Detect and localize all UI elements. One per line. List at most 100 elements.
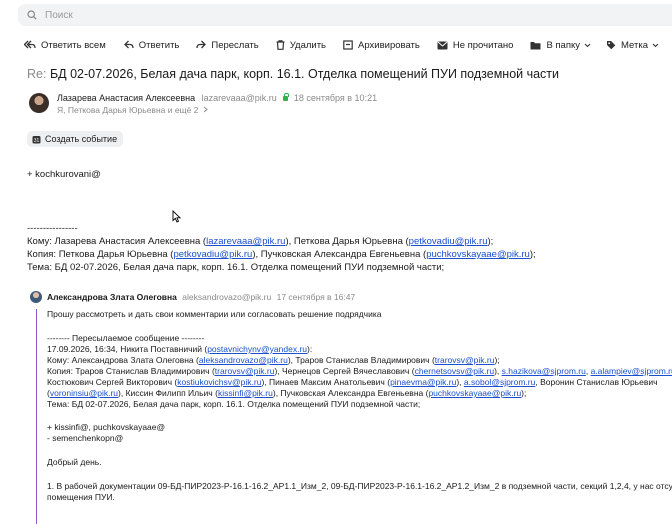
avatar[interactable]: [29, 93, 49, 113]
fwd-date-prefix: 17.09.2026, 16:34, Никита Поставничий (: [47, 344, 208, 354]
item1-line: 1. В рабочей документации 09-БД-ПИР2023-…: [47, 481, 672, 491]
fwd-cc3-end: );: [521, 388, 527, 398]
forward-date-line: 17.09.2026, 16:34, Никита Поставничий (p…: [47, 344, 312, 354]
mark-unread-label: Не прочитано: [452, 39, 514, 51]
calendar-icon: 31: [32, 135, 41, 144]
archive-label: Архивировать: [358, 39, 420, 51]
forward-label: Переслать: [211, 39, 259, 51]
unread-icon: [437, 41, 448, 49]
separator-line: ----------------: [27, 223, 78, 234]
email-link[interactable]: puchkovskayaae@pik.ru: [428, 388, 521, 398]
quoted-avatar[interactable]: [30, 291, 42, 303]
fwd-to-mid: ), Траров Станислав Владимирович (: [287, 355, 435, 365]
fwd-cc-mid: ),: [494, 366, 502, 376]
email-link[interactable]: a.sobol@sjprom.ru: [464, 377, 535, 387]
forward-cc-line-3: (voroninsiu@pik.ru), Киссин Филипп Ильич…: [47, 388, 526, 398]
quoted-intro: Прошу рассмотреть и дать свои комментари…: [47, 309, 382, 319]
email-link[interactable]: trarovsv@pik.ru: [435, 355, 495, 365]
plus-line: + kissinfi@, puchkovskayaae@: [47, 422, 166, 432]
message-subject: Re: БД 02-07.2026, Белая дача парк, корп…: [27, 67, 559, 81]
quoted-sender-email[interactable]: aleksandrovazo@pik.ru: [182, 292, 271, 302]
greeting-line: Добрый день.: [47, 457, 102, 467]
create-event-button[interactable]: 31 Создать событие: [27, 131, 124, 147]
lock-icon: [283, 93, 289, 101]
svg-text:31: 31: [34, 138, 40, 144]
reply-icon: [123, 40, 134, 49]
chevron-down-icon: [584, 43, 591, 47]
message-date: 18 сентября в 10:21: [293, 93, 378, 103]
fwd-cc-prefix: Копия: Траров Станислав Владимирович (: [47, 366, 215, 376]
subject-text: БД 02-07.2026, Белая дача парк, корп. 16…: [49, 67, 560, 81]
cc-line: Копия: Петкова Дарья Юрьевна (petkovadiu…: [27, 249, 536, 260]
fwd-cc3-mid: ), Киссин Филипп Ильич (: [118, 388, 218, 398]
forward-cc-line-2: Костюкович Сергей Викторович (kostiukovi…: [47, 377, 658, 387]
quoted-date: 17 сентября в 16:47: [276, 292, 356, 302]
quote-bar: [36, 309, 37, 524]
email-link[interactable]: petkovadiu@pik.ru: [409, 236, 488, 247]
archive-button[interactable]: Архивировать: [343, 40, 420, 51]
delete-button[interactable]: Удалить: [276, 40, 326, 51]
email-link[interactable]: kissinfi@pik.ru: [218, 388, 273, 398]
chevron-right-icon: [203, 106, 208, 113]
email-link[interactable]: kostiukovichsv@pik.ru: [177, 377, 261, 387]
sender-name[interactable]: Лазарева Анастасия Алексеевна: [57, 93, 195, 103]
email-link[interactable]: aleksandrovazo@pik.ru: [199, 355, 288, 365]
search-input[interactable]: [43, 8, 607, 22]
recipients-summary[interactable]: Я, Петкова Дарья Юрьевна и ещё 2: [57, 105, 208, 115]
fwd-cc2-mid: ),: [456, 377, 464, 387]
mark-unread-button[interactable]: Не прочитано: [437, 39, 514, 51]
fwd-cc2-mid: ), Пинаев Максим Анатольевич (: [261, 377, 391, 387]
folder-icon: [530, 41, 541, 49]
reply-all-button[interactable]: Ответить всем: [24, 40, 106, 51]
email-link[interactable]: petkovadiu@pik.ru: [173, 249, 252, 260]
forward-cc-line: Копия: Траров Станислав Владимирович (tr…: [47, 366, 672, 376]
fwd-to-prefix: Кому: Александрова Злата Олеговна (: [47, 355, 199, 365]
quoted-sender-name[interactable]: Александрова Злата Олеговна: [47, 292, 177, 302]
email-link[interactable]: chernetsovsv@pik.ru: [415, 366, 495, 376]
archive-icon: [343, 40, 353, 50]
search-bar[interactable]: [18, 4, 672, 26]
quoted-sender-info: Александрова Злата Олеговна aleksandrova…: [47, 292, 355, 302]
email-link[interactable]: a.alampiev@sjprom.ru: [591, 366, 672, 376]
email-link[interactable]: puchkovskayaae@pik.ru: [426, 249, 530, 260]
to-mid: ), Петкова Дарья Юрьевна (: [285, 236, 409, 247]
fwd-to-end: );: [494, 355, 500, 365]
search-icon: [27, 10, 37, 20]
fwd-cc2-end: , Воронин Станислав Юрьевич: [535, 377, 658, 387]
minus-line: - semenchenkopn@: [47, 433, 124, 443]
fwd-date-end: ):: [307, 344, 313, 354]
forward-button[interactable]: Переслать: [196, 39, 259, 51]
to-label: Кому: Лазарева Анастасия Алексеевна (: [27, 236, 207, 247]
reply-button[interactable]: Ответить: [123, 40, 179, 51]
sender-email[interactable]: lazarevaaa@pik.ru: [202, 93, 277, 103]
chevron-down-icon: [652, 43, 659, 47]
forward-icon: [196, 40, 207, 49]
label-button[interactable]: Метка: [606, 40, 659, 51]
item1-line-2: помещения ПУИ.: [47, 492, 115, 502]
forward-subject-line: Тема: БД 02-07.2026, Белая дача парк, ко…: [47, 399, 421, 409]
reply-all-label: Ответить всем: [41, 39, 106, 51]
quoted-message: Александрова Злата Олеговна aleksandrova…: [27, 287, 672, 524]
delete-label: Удалить: [289, 39, 327, 51]
recipients-text: Я, Петкова Дарья Юрьевна и ещё 2: [57, 105, 199, 115]
fwd-cc-mid: ), Чернецов Сергей Вячеславович (: [274, 366, 415, 376]
email-link[interactable]: postavnichynv@yandex.ru: [207, 344, 307, 354]
email-link[interactable]: lazarevaaa@pik.ru: [206, 236, 285, 247]
move-to-folder-button[interactable]: В папку: [530, 40, 591, 51]
subject-prefix: Re:: [27, 67, 47, 81]
forward-to-line: Кому: Александрова Злата Олеговна (aleks…: [47, 355, 500, 365]
email-link[interactable]: s.hazikova@sjprom.ru: [502, 366, 586, 376]
cc-label: Копия: Петкова Дарья Юрьевна (: [27, 249, 174, 260]
fwd-cc2-prefix: Костюкович Сергей Викторович (: [47, 377, 178, 387]
mouse-cursor-icon: [172, 210, 181, 223]
forward-header: -------- Пересылаемое сообщение --------: [47, 333, 205, 343]
reply-all-icon: [24, 40, 36, 49]
sender-info: Лазарева Анастасия Алексеевна lazarevaaa…: [57, 93, 377, 103]
label-label: Метка: [621, 39, 648, 51]
to-end: );: [487, 236, 494, 247]
email-link[interactable]: pinaevma@pik.ru: [390, 377, 456, 387]
email-link[interactable]: voroninsiu@pik.ru: [50, 388, 118, 398]
email-link[interactable]: trarovsv@pik.ru: [215, 366, 275, 376]
fwd-cc3-mid: ), Пучковская Александра Евгеньевна (: [272, 388, 429, 398]
to-line: Кому: Лазарева Анастасия Алексеевна (laz…: [27, 236, 493, 247]
